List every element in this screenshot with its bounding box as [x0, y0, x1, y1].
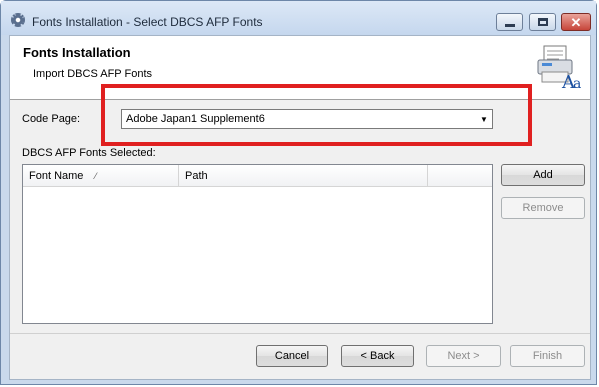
minimize-button[interactable]: [496, 13, 523, 31]
header-title: Fonts Installation: [23, 45, 131, 60]
minimize-icon: [504, 23, 515, 27]
title-bar[interactable]: Fonts Installation - Select DBCS AFP Fon…: [1, 1, 596, 35]
code-page-label: Code Page:: [22, 113, 81, 125]
close-button[interactable]: ✕: [561, 13, 591, 31]
code-page-value: Adobe Japan1 Supplement6: [126, 113, 265, 125]
column-header-path[interactable]: Path: [179, 165, 428, 187]
column-label: Font Name: [29, 170, 84, 182]
back-button[interactable]: < Back: [341, 345, 414, 367]
maximize-icon: [537, 18, 548, 26]
cancel-button[interactable]: Cancel: [256, 345, 328, 367]
code-page-dropdown[interactable]: Adobe Japan1 Supplement6 ▼: [121, 109, 493, 129]
window-title: Fonts Installation - Select DBCS AFP Fon…: [32, 15, 263, 29]
next-button[interactable]: Next >: [426, 345, 501, 367]
add-button[interactable]: Add: [501, 164, 585, 186]
maximize-button[interactable]: [529, 13, 556, 31]
wizard-body: Fonts Installation Import DBCS AFP Fonts…: [9, 35, 591, 380]
svg-text:a: a: [573, 76, 581, 92]
installer-window: Fonts Installation - Select DBCS AFP Fon…: [0, 0, 597, 385]
remove-button[interactable]: Remove: [501, 197, 585, 219]
finish-button[interactable]: Finish: [510, 345, 585, 367]
wizard-header: Fonts Installation Import DBCS AFP Fonts…: [10, 36, 590, 100]
chevron-down-icon[interactable]: ▼: [476, 110, 492, 128]
header-subtitle: Import DBCS AFP Fonts: [33, 68, 153, 80]
fonts-selected-label: DBCS AFP Fonts Selected:: [22, 147, 156, 159]
column-label: Path: [185, 170, 208, 182]
column-header-font-name[interactable]: Font Name ⁄: [23, 165, 179, 187]
sort-icon: ⁄: [95, 171, 97, 181]
gear-icon: [11, 13, 25, 27]
list-header: Font Name ⁄ Path: [23, 165, 492, 187]
font-install-icon: A a: [537, 45, 581, 92]
fonts-list[interactable]: Font Name ⁄ Path: [22, 164, 493, 324]
close-icon: ✕: [570, 14, 582, 30]
